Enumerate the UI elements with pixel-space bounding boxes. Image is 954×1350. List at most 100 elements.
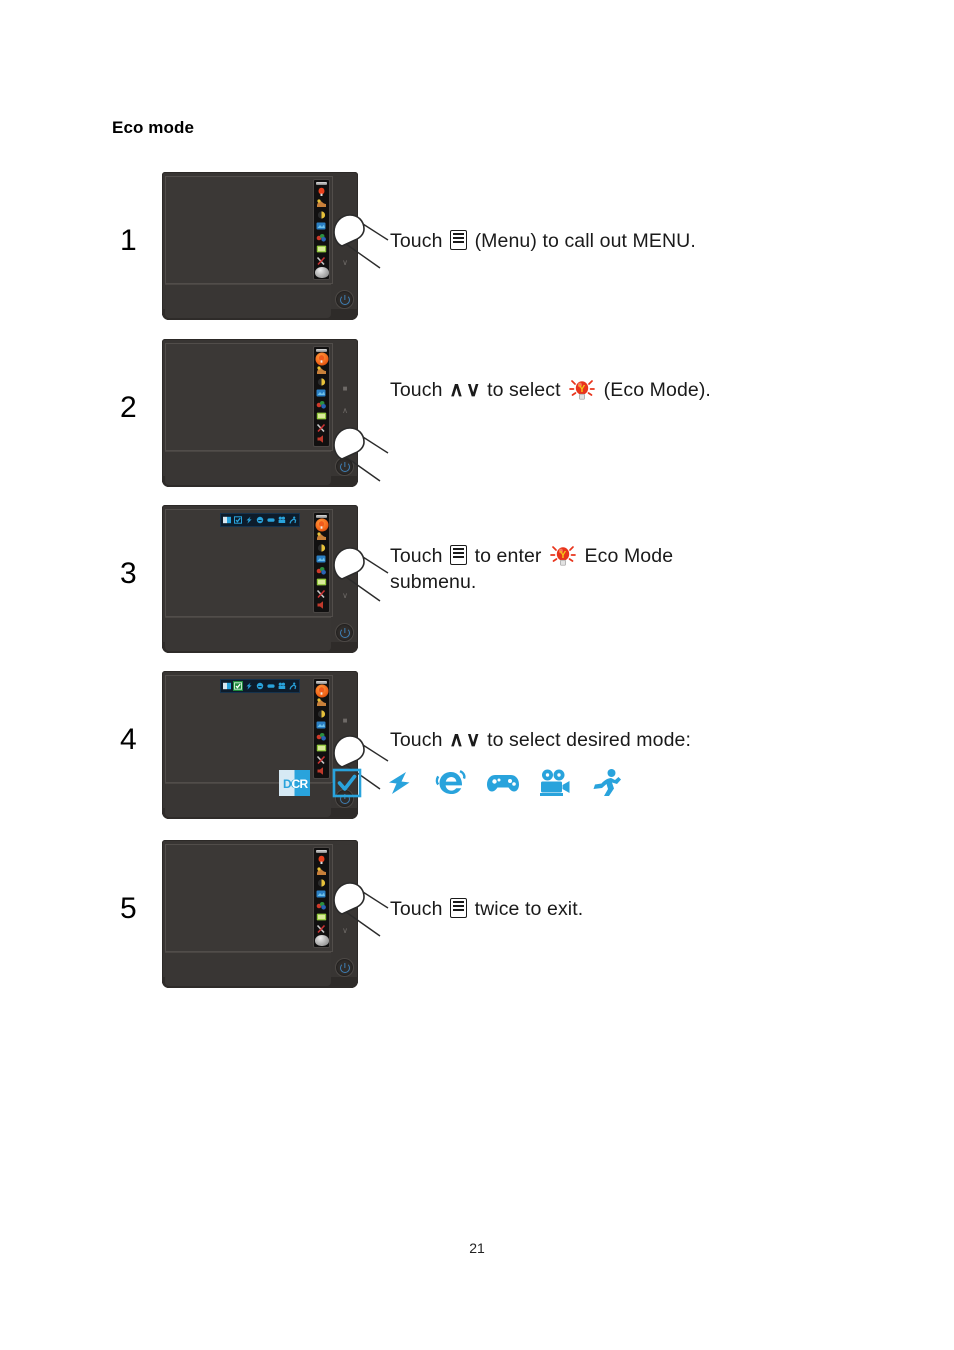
osd-menu[interactable] [313,678,330,779]
movie-camera-icon[interactable] [538,766,572,800]
internet-e-icon[interactable] [255,515,265,525]
image-setup-menu-icon[interactable] [315,244,328,255]
power-button[interactable] [335,958,354,977]
up-button[interactable]: ∧ [341,906,349,914]
instruction-text-post: twice to exit. [469,898,584,920]
eco-mode-menu-icon[interactable] [315,186,328,197]
eco-mode-icon-strip: D C C R [278,766,624,800]
brightness-contrast-menu-icon[interactable] [315,531,328,542]
extra-menu-icon[interactable] [315,754,328,765]
eco-mode-menu-icon[interactable] [315,685,328,696]
image-setup-menu-icon[interactable] [315,577,328,588]
instruction-text-mid: to enter [469,545,548,567]
step-row: 2 ■ ∧ Touch ∧ ∨ to select Y (Eco Mode). [112,339,912,491]
movie-camera-icon[interactable] [277,681,287,691]
dcr-icon[interactable] [222,681,232,691]
color-setup-menu-icon[interactable] [315,708,328,719]
game-controller-icon[interactable] [266,681,276,691]
monitor-lower-bezel [165,451,331,485]
down-button[interactable]: ∨ [341,927,349,935]
power-button[interactable] [335,623,354,642]
brightness-contrast-menu-icon[interactable] [315,365,328,376]
instruction-line-2: submenu. [390,571,477,593]
menu-button[interactable]: ■ [341,385,349,393]
image-setup-menu-icon[interactable] [315,912,328,923]
picture-boost-menu-icon[interactable] [315,554,328,565]
menu-icon [450,545,468,565]
text-bolt-icon[interactable] [244,681,254,691]
game-controller-icon[interactable] [266,515,276,525]
instruction-text-pre: Touch [390,729,449,751]
color-setup-menu-icon[interactable] [315,542,328,553]
document-page: Eco mode 1 ∧ ∨ Touch (Menu) to call out … [0,0,954,1350]
monitor-illustration: ∧ ∨ [162,505,389,653]
sports-runner-icon[interactable] [288,515,298,525]
eco-mode-submenu[interactable] [220,513,300,527]
text-bolt-icon[interactable] [244,515,254,525]
picture-boost-menu-icon[interactable] [315,221,328,232]
osd-setup-menu-icon[interactable] [315,731,328,742]
exit-menu-icon[interactable] [314,935,329,946]
osd-setup-menu-icon[interactable] [315,399,328,410]
eco-mode-menu-icon[interactable] [315,519,328,530]
svg-text:R: R [300,777,309,791]
extra-menu-icon[interactable] [315,255,328,266]
sports-runner-icon[interactable] [288,681,298,691]
osd-setup-menu-icon[interactable] [315,565,328,576]
exit-menu-icon[interactable] [314,267,329,278]
up-button[interactable]: ∧ [341,407,349,415]
power-button[interactable] [335,290,354,309]
extra-menu-icon[interactable] [315,923,328,934]
color-setup-menu-icon[interactable] [315,376,328,387]
brightness-contrast-menu-icon[interactable] [315,198,328,209]
internet-e-icon[interactable] [434,766,468,800]
osd-menu[interactable] [313,179,330,280]
standard-check-icon[interactable] [233,681,243,691]
picture-boost-menu-icon[interactable] [315,720,328,731]
osd-menu[interactable] [313,346,330,447]
eco-mode-menu-icon[interactable] [315,353,328,364]
osd-menu[interactable] [313,847,330,948]
sports-runner-icon[interactable] [590,766,624,800]
osd-setup-menu-icon[interactable] [315,232,328,243]
image-setup-menu-icon[interactable] [315,743,328,754]
up-arrow-icon: ∧ [449,729,464,751]
monitor-illustration: ■ ∧ [162,339,389,487]
brightness-contrast-menu-icon[interactable] [315,866,328,877]
svg-text:Y: Y [560,550,567,561]
up-button[interactable]: ∧ [341,571,349,579]
osd-menu[interactable] [313,512,330,613]
image-setup-menu-icon[interactable] [315,411,328,422]
step-number: 1 [120,224,137,257]
eco-mode-submenu[interactable] [220,679,300,693]
down-button[interactable]: ∨ [341,259,349,267]
text-bolt-icon[interactable] [382,766,416,800]
monitor-screen [165,844,333,952]
color-setup-menu-icon[interactable] [315,209,328,220]
movie-camera-icon[interactable] [277,515,287,525]
power-button[interactable] [335,457,354,476]
standard-check-icon[interactable] [330,766,364,800]
color-setup-menu-icon[interactable] [315,877,328,888]
picture-boost-menu-icon[interactable] [315,889,328,900]
internet-e-icon[interactable] [255,681,265,691]
page-title: Eco mode [112,118,195,137]
down-button[interactable]: ∨ [341,592,349,600]
up-button[interactable]: ∧ [341,739,349,747]
standard-check-icon[interactable] [233,515,243,525]
up-button[interactable]: ∧ [341,238,349,246]
eco-mode-menu-icon[interactable] [315,854,328,865]
game-controller-icon[interactable] [486,766,520,800]
extra-menu-icon[interactable] [315,588,328,599]
step-row: 3 ∧ ∨ Touch to enter Y Eco Mode submenu. [112,505,912,657]
exit-menu-icon[interactable] [315,434,328,445]
dcr-icon[interactable] [222,515,232,525]
osd-setup-menu-icon[interactable] [315,900,328,911]
menu-button[interactable]: ■ [341,717,349,725]
instruction-text-post: Eco Mode [579,545,674,567]
extra-menu-icon[interactable] [315,422,328,433]
exit-menu-icon[interactable] [315,600,328,611]
brightness-contrast-menu-icon[interactable] [315,697,328,708]
picture-boost-menu-icon[interactable] [315,388,328,399]
dcr-icon[interactable]: D C C R [278,766,312,800]
